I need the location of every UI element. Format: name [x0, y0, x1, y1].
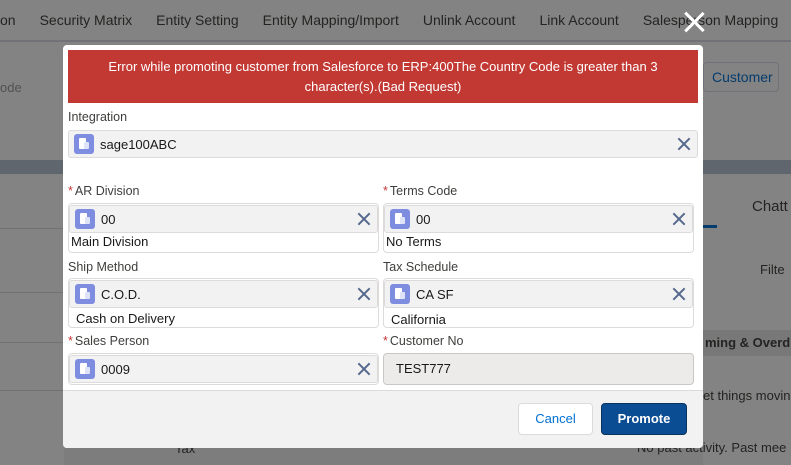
terms-code-description: No Terms — [386, 234, 442, 249]
clear-icon[interactable] — [357, 362, 371, 376]
account-icon — [390, 209, 410, 229]
account-icon — [75, 359, 95, 379]
sales-person-label-text: Sales Person — [74, 334, 150, 348]
account-icon — [75, 209, 95, 229]
required-mark: * — [383, 334, 388, 348]
error-banner: Error while promoting customer from Sale… — [68, 50, 698, 103]
promote-button[interactable]: Promote — [601, 403, 687, 435]
tax-schedule-lookup[interactable]: CA SF — [384, 280, 693, 308]
customer-no-label: * Customer No — [383, 334, 464, 348]
account-icon — [75, 284, 95, 304]
clear-icon[interactable] — [672, 212, 686, 226]
required-mark: * — [68, 184, 73, 198]
ar-division-label-text: AR Division — [74, 184, 140, 198]
sales-person-value: 0009 — [101, 361, 130, 377]
terms-code-lookup[interactable]: 00 — [384, 205, 693, 233]
required-mark: * — [68, 334, 73, 348]
ship-method-value: C.O.D. — [101, 286, 141, 302]
ar-division-lookup[interactable]: 00 — [69, 205, 378, 233]
tax-schedule-value: CA SF — [416, 286, 454, 302]
tax-schedule-description: California — [391, 312, 446, 327]
clear-icon[interactable] — [357, 287, 371, 301]
integration-value: sage100ABC — [100, 136, 177, 152]
ship-method-label: Ship Method — [68, 260, 139, 274]
terms-code-label: * Terms Code — [383, 184, 457, 198]
account-icon — [74, 134, 94, 154]
ship-method-lookup[interactable]: C.O.D. — [69, 280, 378, 308]
terms-code-label-text: Terms Code — [389, 184, 458, 198]
clear-icon[interactable] — [677, 137, 691, 151]
ar-division-description: Main Division — [71, 234, 149, 249]
clear-icon[interactable] — [672, 287, 686, 301]
customer-no-input[interactable]: TEST777 — [383, 353, 694, 385]
close-icon[interactable] — [682, 10, 706, 34]
integration-lookup[interactable]: sage100ABC — [68, 130, 698, 158]
ar-division-value: 00 — [101, 211, 116, 227]
required-mark: * — [383, 184, 388, 198]
integration-label: Integration — [68, 110, 128, 124]
cancel-button[interactable]: Cancel — [518, 403, 593, 435]
terms-code-value: 00 — [416, 211, 431, 227]
modal-footer: Cancel Promote — [63, 390, 703, 448]
ar-division-label: * AR Division — [68, 184, 139, 198]
clear-icon[interactable] — [357, 212, 371, 226]
sales-person-lookup[interactable]: 0009 — [69, 355, 378, 383]
ship-method-description: Cash on Delivery — [76, 311, 175, 326]
customer-no-label-text: Customer No — [389, 334, 464, 348]
account-icon — [390, 284, 410, 304]
sales-person-label: * Sales Person — [68, 334, 149, 348]
tax-schedule-label: Tax Schedule — [383, 260, 459, 274]
promote-customer-modal: Error while promoting customer from Sale… — [63, 45, 703, 448]
